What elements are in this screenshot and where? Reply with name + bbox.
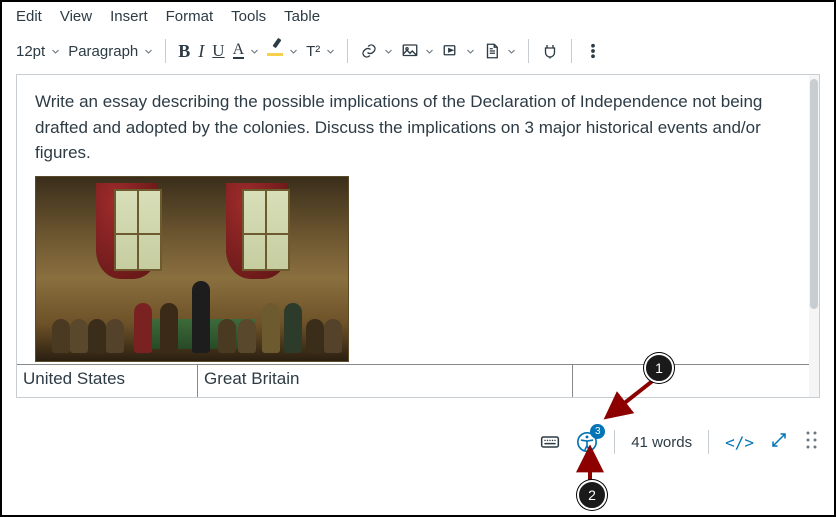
- media-icon: [442, 42, 460, 60]
- superscript-dropdown[interactable]: T²: [306, 43, 335, 60]
- separator: [347, 39, 348, 63]
- image-icon: [401, 42, 419, 60]
- chevron-down-icon: [289, 47, 298, 56]
- separator: [614, 430, 615, 454]
- chevron-down-icon: [507, 47, 516, 56]
- media-dropdown[interactable]: [442, 42, 475, 60]
- link-dropdown[interactable]: [360, 42, 393, 60]
- font-size-dropdown[interactable]: 12pt: [16, 43, 60, 60]
- chevron-down-icon: [250, 47, 259, 56]
- text-color-dropdown[interactable]: A: [233, 43, 260, 59]
- scrollbar-thumb[interactable]: [810, 79, 818, 309]
- separator: [528, 39, 529, 63]
- chevron-down-icon: [466, 47, 475, 56]
- table-cell[interactable]: Great Britain: [198, 365, 573, 397]
- document-icon: [483, 42, 501, 60]
- image-dropdown[interactable]: [401, 42, 434, 60]
- chevron-down-icon: [51, 47, 60, 56]
- chevron-down-icon: [144, 47, 153, 56]
- separator: [571, 39, 572, 63]
- document-dropdown[interactable]: [483, 42, 516, 60]
- editor-prompt-text: Write an essay describing the possible i…: [35, 89, 795, 166]
- italic-button[interactable]: I: [198, 41, 204, 62]
- menu-edit[interactable]: Edit: [16, 8, 42, 25]
- chevron-down-icon: [384, 47, 393, 56]
- menu-format[interactable]: Format: [166, 8, 214, 25]
- chevron-down-icon: [425, 47, 434, 56]
- separator: [165, 39, 166, 63]
- menu-view[interactable]: View: [60, 8, 92, 25]
- table-cell[interactable]: United States: [17, 365, 198, 397]
- fullscreen-button[interactable]: [770, 431, 788, 453]
- chevron-down-icon: [326, 47, 335, 56]
- callout-2: 2: [577, 480, 607, 510]
- highlight-icon: [267, 47, 283, 56]
- status-bar: 3 41 words </>: [16, 422, 820, 462]
- underline-button[interactable]: U: [212, 41, 224, 61]
- separator: [708, 430, 709, 454]
- scrollbar-track[interactable]: [809, 75, 819, 397]
- accessibility-checker-button[interactable]: 3: [576, 431, 598, 453]
- table-cell[interactable]: [573, 365, 809, 397]
- link-icon: [360, 42, 378, 60]
- keyboard-shortcuts-button[interactable]: [540, 432, 560, 452]
- text-color-icon: A: [233, 43, 245, 59]
- bold-button[interactable]: B: [178, 41, 190, 62]
- menu-insert[interactable]: Insert: [110, 8, 148, 25]
- content-table[interactable]: United States Great Britain: [17, 364, 809, 397]
- html-editor-toggle[interactable]: </>: [725, 433, 754, 452]
- callout-1: 1: [644, 353, 674, 383]
- superscript-icon: T²: [306, 43, 320, 60]
- word-count[interactable]: 41 words: [631, 434, 692, 451]
- editor-area[interactable]: Write an essay describing the possible i…: [16, 74, 820, 398]
- more-options-button[interactable]: [584, 42, 602, 60]
- block-format-dropdown[interactable]: Paragraph: [68, 43, 153, 60]
- resize-handle[interactable]: [804, 430, 820, 454]
- menu-tools[interactable]: Tools: [231, 8, 266, 25]
- menu-table[interactable]: Table: [284, 8, 320, 25]
- highlight-color-dropdown[interactable]: [267, 47, 298, 56]
- apps-plugin-button[interactable]: [541, 42, 559, 60]
- font-size-label: 12pt: [16, 43, 45, 60]
- block-format-label: Paragraph: [68, 43, 138, 60]
- embedded-image[interactable]: [35, 176, 349, 362]
- toolbar: 12pt Paragraph B I U A T²: [2, 35, 834, 74]
- menu-bar: Edit View Insert Format Tools Table: [2, 2, 834, 35]
- accessibility-issue-count-badge: 3: [590, 424, 605, 439]
